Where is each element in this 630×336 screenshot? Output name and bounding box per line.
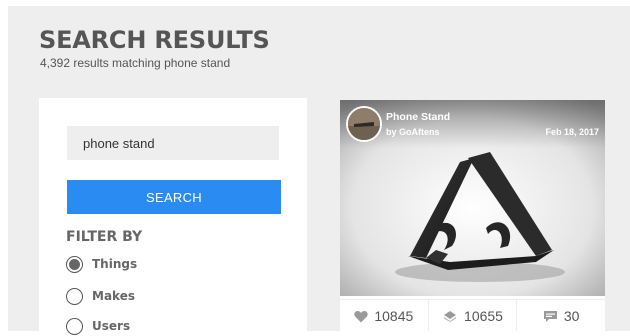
filter-option-makes[interactable]: Makes: [66, 286, 135, 306]
thing-author[interactable]: by GoAftens: [386, 127, 440, 137]
filter-label: Makes: [92, 289, 135, 303]
page-title: SEARCH RESULTS: [39, 26, 270, 54]
result-card: Phone Stand by GoAftens Feb 18, 2017 108…: [340, 100, 605, 331]
search-button[interactable]: SEARCH: [67, 180, 281, 214]
like-stat[interactable]: 10845: [340, 300, 429, 331]
avatar-image: [348, 108, 380, 140]
search-sidebar: SEARCH FILTER BY Things Makes Users: [39, 98, 307, 335]
thing-image[interactable]: Phone Stand by GoAftens Feb 18, 2017: [340, 100, 605, 296]
radio-makes[interactable]: [66, 287, 83, 305]
filter-heading: FILTER BY: [66, 229, 143, 245]
collect-stat[interactable]: 10655: [429, 300, 518, 331]
collect-icon: [442, 310, 458, 322]
filter-option-users[interactable]: Users: [66, 316, 130, 336]
search-input[interactable]: [67, 126, 279, 160]
filter-label: Things: [92, 257, 138, 271]
thing-title[interactable]: Phone Stand: [386, 111, 450, 123]
like-count: 10845: [374, 308, 414, 324]
results-count: 4,392 results matching phone stand: [40, 56, 231, 70]
author-avatar[interactable]: [346, 106, 382, 142]
radio-users[interactable]: [66, 317, 83, 335]
collect-count: 10655: [464, 308, 503, 324]
card-header: Phone Stand by GoAftens Feb 18, 2017: [340, 100, 605, 148]
heart-icon: [354, 310, 369, 323]
thing-date: Feb 18, 2017: [545, 127, 599, 137]
thing-stats: 10845 10655 30: [340, 299, 605, 331]
comment-icon: [543, 310, 558, 323]
comment-stat[interactable]: 30: [517, 300, 605, 331]
radio-things[interactable]: [66, 255, 83, 273]
comment-count: 30: [563, 308, 580, 324]
filter-option-things[interactable]: Things: [66, 254, 137, 274]
